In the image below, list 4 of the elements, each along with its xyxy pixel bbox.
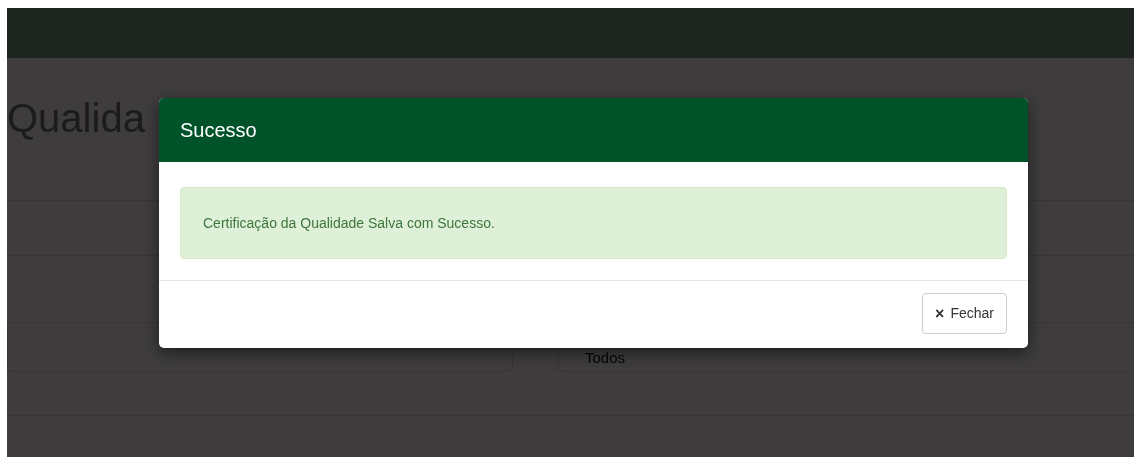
- close-button[interactable]: × Fechar: [922, 293, 1007, 334]
- alert-message: Certificação da Qualidade Salva com Sucesso.: [203, 213, 495, 233]
- modal-title: Sucesso: [180, 118, 257, 143]
- close-icon: ×: [935, 305, 945, 322]
